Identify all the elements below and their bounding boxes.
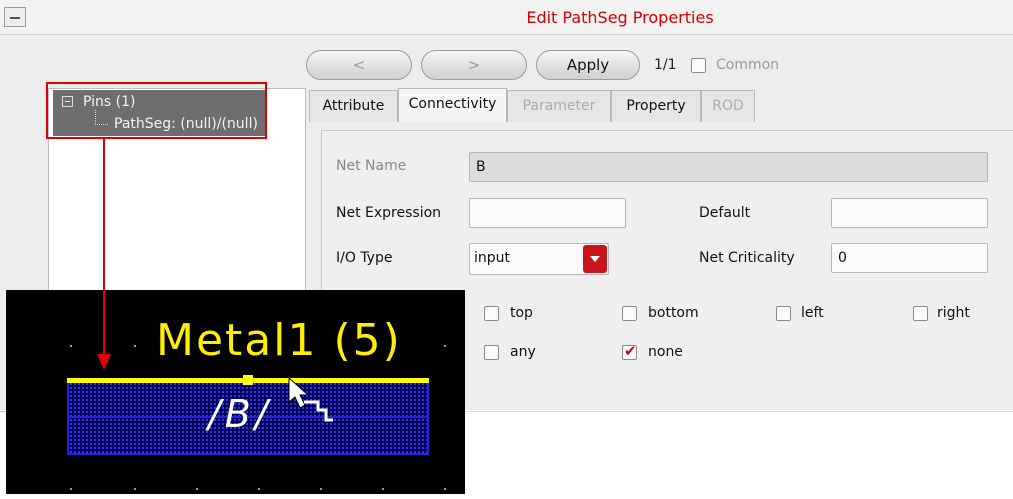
tab-rod[interactable]: ROD	[701, 90, 755, 122]
title-bar: Edit PathSeg Properties	[0, 0, 1013, 35]
default-label: Default	[699, 205, 751, 221]
common-checkbox[interactable]	[691, 58, 706, 73]
io-type-label: I/O Type	[336, 250, 393, 266]
default-field[interactable]	[831, 198, 988, 228]
layer-label: Metal1 (5)	[156, 315, 402, 366]
net-label: /B/	[208, 392, 272, 436]
access-left-checkbox[interactable]	[776, 306, 791, 321]
highlight-callout-box	[46, 82, 267, 139]
net-name-label: Net Name	[336, 158, 407, 174]
grid-dot	[444, 488, 446, 490]
tab-property[interactable]: Property	[611, 90, 701, 122]
grid-dot	[70, 488, 72, 490]
access-none-checkbox[interactable]	[622, 342, 637, 360]
tab-attribute[interactable]: Attribute	[309, 90, 398, 122]
net-expression-field[interactable]	[469, 198, 626, 228]
access-right-label: right	[937, 305, 970, 321]
next-button[interactable]: >	[421, 50, 527, 80]
tab-parameter[interactable]: Parameter	[507, 90, 611, 122]
grid-dot	[70, 345, 72, 347]
page-counter: 1/1	[654, 57, 677, 73]
access-any-label: any	[510, 344, 536, 360]
grid-dot	[444, 345, 446, 347]
io-type-select[interactable]: input	[469, 243, 609, 275]
net-expression-label: Net Expression	[336, 205, 442, 221]
path-vertex-handle[interactable]	[243, 375, 253, 385]
access-top-checkbox[interactable]	[484, 306, 499, 321]
access-any-checkbox[interactable]	[484, 345, 499, 360]
grid-dot	[134, 488, 136, 490]
net-criticality-field[interactable]: 0	[831, 243, 988, 273]
previous-button[interactable]: <	[306, 50, 412, 80]
access-right-checkbox[interactable]	[913, 306, 928, 321]
tab-connectivity[interactable]: Connectivity	[398, 88, 507, 122]
window-title: Edit PathSeg Properties	[526, 8, 714, 27]
chevron-down-icon[interactable]	[583, 245, 607, 273]
guide-line-right	[465, 411, 1013, 412]
access-bottom-checkbox[interactable]	[622, 306, 637, 321]
access-top-label: top	[510, 305, 533, 321]
grid-dot	[196, 488, 198, 490]
grid-dot	[382, 488, 384, 490]
access-bottom-label: bottom	[648, 305, 699, 321]
access-none-label: none	[648, 344, 683, 360]
io-type-value: input	[474, 250, 511, 266]
apply-button[interactable]: Apply	[536, 50, 640, 80]
grid-dot	[258, 488, 260, 490]
net-criticality-label: Net Criticality	[699, 250, 795, 266]
grid-dot	[134, 345, 136, 347]
common-label: Common	[716, 57, 780, 73]
access-left-label: left	[801, 305, 824, 321]
grid-dot	[320, 488, 322, 490]
net-name-field[interactable]: B	[469, 152, 988, 182]
